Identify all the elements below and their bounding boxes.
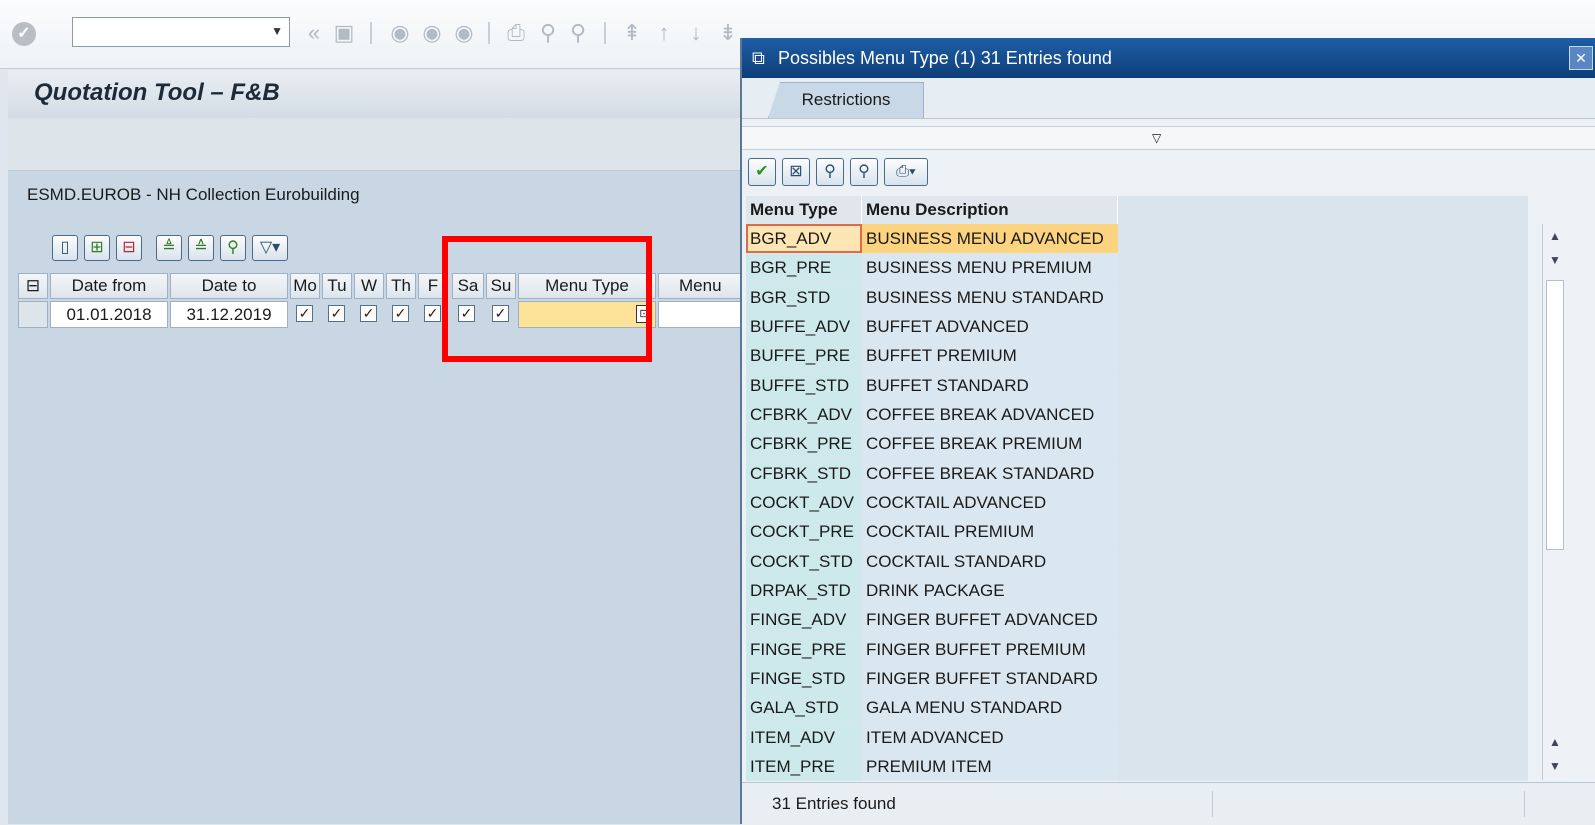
status-separator xyxy=(1212,791,1213,817)
scroll-up-icon[interactable]: ▲ xyxy=(1543,224,1567,248)
toolbar-separator xyxy=(488,22,490,44)
append-row-icon[interactable]: ⊞ xyxy=(84,235,110,261)
sort-descending-icon[interactable]: ≙ xyxy=(188,235,214,261)
tab-restrictions[interactable]: Restrictions xyxy=(768,82,924,118)
exit-icon[interactable]: ◉ xyxy=(420,20,444,46)
col-header-mo[interactable]: Mo xyxy=(290,273,320,299)
new-document-icon[interactable]: ▯ xyxy=(52,235,78,261)
menu-cell[interactable] xyxy=(658,301,748,328)
popup-tabstrip: Restrictions xyxy=(742,78,1595,119)
sort-ascending-icon[interactable]: ≜ xyxy=(156,235,182,261)
confirm-icon[interactable]: ✔ xyxy=(748,158,776,186)
find-next-icon[interactable]: ⚲ xyxy=(566,20,590,46)
col-header-menu-description[interactable]: Menu Description xyxy=(862,196,1118,224)
enter-icon[interactable]: ✓ xyxy=(12,22,36,46)
triangle-down-icon[interactable]: ▽ xyxy=(1152,127,1161,149)
cancel-icon[interactable]: ⊠ xyxy=(782,158,810,186)
list-item[interactable]: COCKT_ADV COCKTAIL ADVANCED xyxy=(746,488,1118,517)
close-icon[interactable]: ✕ xyxy=(1569,46,1593,70)
date-to-cell[interactable]: 31.12.2019 xyxy=(170,301,288,328)
screen-title-bar: Quotation Tool – F&B xyxy=(8,70,748,119)
popup-title: Possibles Menu Type (1) 31 Entries found xyxy=(778,48,1112,68)
list-item[interactable]: COCKT_PRE COCKTAIL PREMIUM xyxy=(746,517,1118,546)
hit-list: Menu Type Menu Description BGR_ADV BUSINE… xyxy=(746,196,1528,781)
checkbox-th[interactable]: ✓ xyxy=(392,305,409,322)
list-item[interactable]: DRPAK_STD DRINK PACKAGE xyxy=(746,576,1118,605)
list-item[interactable]: BGR_PRE BUSINESS MENU PREMIUM xyxy=(746,253,1118,282)
window-icon: ⧉ xyxy=(752,48,765,68)
list-item[interactable]: FINGE_PRE FINGER BUFFET PREMIUM xyxy=(746,635,1118,664)
list-item[interactable]: ITEM_PRE PREMIUM ITEM xyxy=(746,752,1118,781)
application-toolbar xyxy=(8,118,748,171)
vertical-scrollbar[interactable]: ▲ ▼ ▲ ▼ xyxy=(1542,224,1567,780)
list-item[interactable]: COCKT_STD COCKTAIL STANDARD xyxy=(746,547,1118,576)
list-item[interactable]: CFBRK_STD COFFEE BREAK STANDARD xyxy=(746,459,1118,488)
col-header-menu[interactable]: Menu xyxy=(658,273,748,299)
scroll-down-icon[interactable]: ▼ xyxy=(1543,754,1567,778)
back-icon[interactable]: « xyxy=(302,20,326,46)
row-selector[interactable] xyxy=(18,301,48,328)
date-from-cell[interactable]: 01.01.2018 xyxy=(50,301,168,328)
cancel-icon[interactable]: ◉ xyxy=(452,20,476,46)
checkbox-mo[interactable]: ✓ xyxy=(296,305,313,322)
find-icon[interactable]: ⚲ xyxy=(220,235,246,261)
next-page-icon[interactable]: ↓ xyxy=(684,20,708,46)
toolbar-separator xyxy=(604,22,606,44)
collapse-toggle[interactable]: ▽ xyxy=(742,126,1595,150)
highlight-box xyxy=(442,236,652,362)
list-item[interactable]: CFBRK_PRE COFFEE BREAK PREMIUM xyxy=(746,429,1118,458)
status-bar: 31 Entries found xyxy=(742,782,1595,825)
save-icon[interactable]: ▣ xyxy=(332,20,356,46)
col-header-w[interactable]: W xyxy=(354,273,384,299)
col-header-menu-type[interactable]: Menu Type xyxy=(746,196,862,224)
select-all-icon[interactable]: ⊟ xyxy=(18,273,48,299)
find-next-icon[interactable]: ⚲ xyxy=(850,158,878,186)
command-field[interactable]: ▼ xyxy=(72,17,290,47)
find-icon[interactable]: ⚲ xyxy=(816,158,844,186)
find-icon[interactable]: ⚲ xyxy=(536,20,560,46)
status-text: 31 Entries found xyxy=(772,794,896,813)
scrollbar-thumb[interactable] xyxy=(1546,280,1564,550)
scroll-down-icon[interactable]: ▼ xyxy=(1543,248,1567,272)
status-separator xyxy=(1524,791,1525,817)
list-item[interactable]: BUFFE_PRE BUFFET PREMIUM xyxy=(746,341,1118,370)
hotel-label: ESMD.EUROB - NH Collection Eurobuilding xyxy=(27,185,360,204)
page-title: Quotation Tool – F&B xyxy=(34,79,280,106)
back-nav-icon[interactable]: ◉ xyxy=(388,20,412,46)
toolbar-separator xyxy=(370,22,372,44)
list-item[interactable]: BGR_STD BUSINESS MENU STANDARD xyxy=(746,283,1118,312)
previous-page-icon[interactable]: ↑ xyxy=(652,20,676,46)
list-item[interactable]: BGR_ADV BUSINESS MENU ADVANCED xyxy=(746,224,1118,253)
col-header-th[interactable]: Th xyxy=(386,273,416,299)
list-item[interactable]: BUFFE_STD BUFFET STANDARD xyxy=(746,371,1118,400)
first-page-icon[interactable]: ⇞ xyxy=(620,20,644,46)
col-header-date-to[interactable]: Date to xyxy=(170,273,288,299)
scroll-up-icon[interactable]: ▲ xyxy=(1543,730,1567,754)
col-header-date-from[interactable]: Date from xyxy=(50,273,168,299)
list-item[interactable]: FINGE_ADV FINGER BUFFET ADVANCED xyxy=(746,605,1118,634)
delete-row-icon[interactable]: ⊟ xyxy=(116,235,142,261)
list-item[interactable]: FINGE_STD FINGER BUFFET STANDARD xyxy=(746,664,1118,693)
value-help-popup: ⧉ Possibles Menu Type (1) 31 Entries fou… xyxy=(740,38,1595,825)
last-page-icon[interactable]: ⇟ xyxy=(716,20,740,46)
print-icon[interactable]: ⎙ xyxy=(504,20,528,46)
chevron-down-icon[interactable]: ▼ xyxy=(271,24,283,38)
col-header-tu[interactable]: Tu xyxy=(322,273,352,299)
filter-icon[interactable]: ▽▾ xyxy=(252,235,288,261)
list-item[interactable]: GALA_STD GALA MENU STANDARD xyxy=(746,693,1118,722)
list-item[interactable]: ITEM_ADV ITEM ADVANCED xyxy=(746,723,1118,752)
list-item[interactable]: CFBRK_ADV COFFEE BREAK ADVANCED xyxy=(746,400,1118,429)
print-icon[interactable]: ⎙▾ xyxy=(884,158,928,186)
checkbox-tu[interactable]: ✓ xyxy=(328,305,345,322)
checkbox-f[interactable]: ✓ xyxy=(424,305,441,322)
popup-title-bar: ⧉ Possibles Menu Type (1) 31 Entries fou… xyxy=(742,38,1595,78)
list-item[interactable]: BUFFE_ADV BUFFET ADVANCED xyxy=(746,312,1118,341)
checkbox-w[interactable]: ✓ xyxy=(360,305,377,322)
